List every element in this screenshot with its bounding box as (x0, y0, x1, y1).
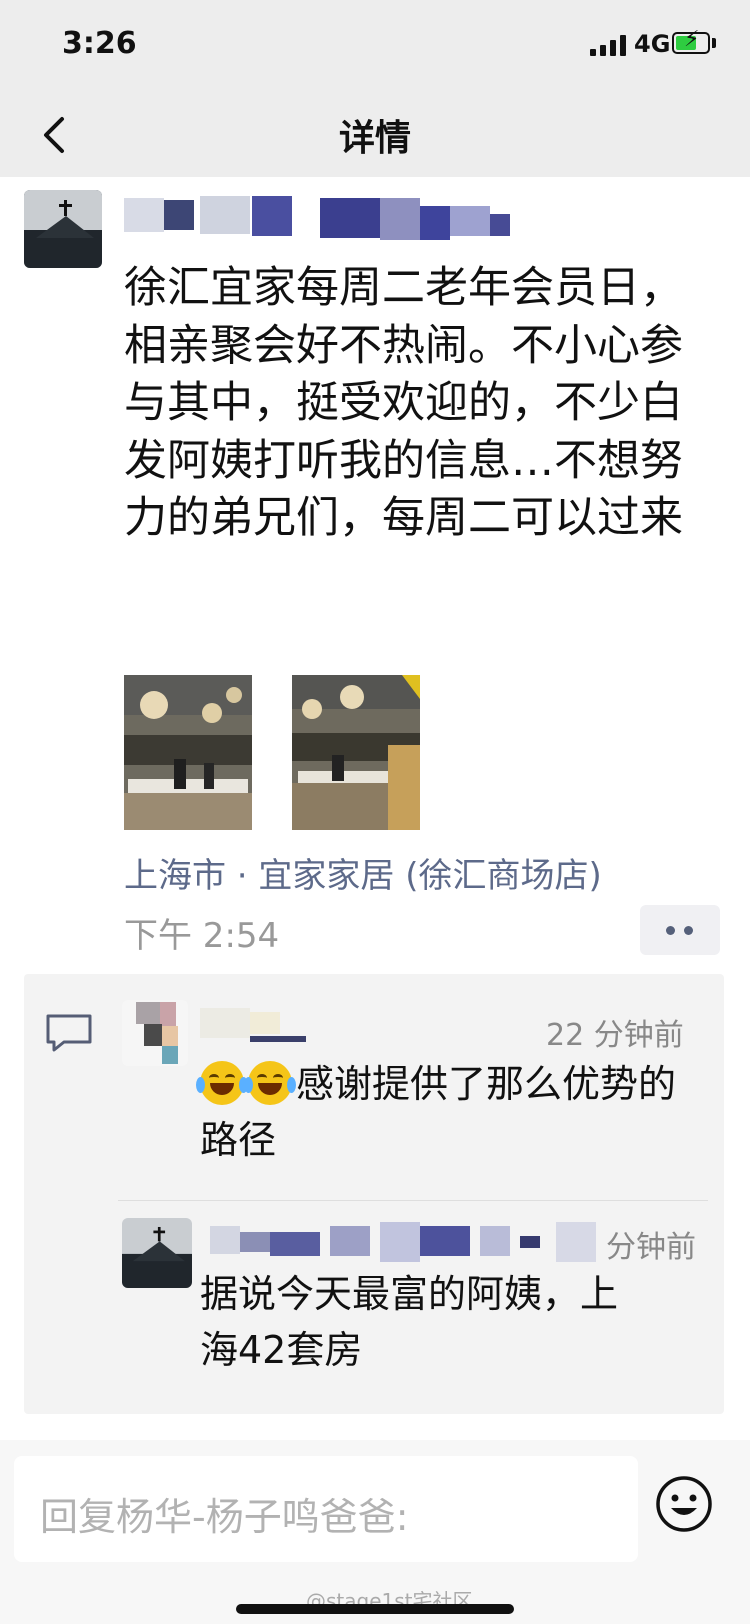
post-time: 下午 2:54 (124, 916, 280, 956)
author-avatar[interactable] (24, 190, 102, 268)
post-photo-2[interactable] (292, 675, 420, 830)
commenter-avatar[interactable] (122, 1000, 188, 1066)
status-bar: 3:26 4G ⚡ (0, 0, 750, 95)
post-location[interactable]: 上海市 · 宜家家居 (徐汇商场店) (124, 848, 602, 897)
nav-bar: 详情 (0, 95, 750, 177)
post-text: 徐汇宜家每周二老年会员日，相亲聚会好不热闹。不小心参与其中，挺受欢迎的，不少白发… (124, 263, 683, 543)
page-title: 详情 (338, 118, 411, 159)
church-avatar-image (24, 190, 102, 268)
home-indicator (236, 1604, 514, 1614)
comment-text: 感谢提供了那么优势的路径 (196, 1056, 700, 1168)
comment-time: 分钟前 (606, 1230, 696, 1265)
comment-time: 22 分钟前 (546, 1018, 684, 1053)
church-avatar-image (122, 1218, 192, 1288)
reply-placeholder: 回复杨华-杨子鸣爸爸: (40, 1495, 409, 1539)
tears-of-joy-icon (196, 1061, 248, 1105)
reply-bar: 回复杨华-杨子鸣爸爸: @stage1st宅社区 (0, 1440, 750, 1624)
reply-input[interactable]: 回复杨华-杨子鸣爸爸: (14, 1456, 638, 1562)
emoji-button[interactable] (654, 1474, 714, 1534)
signal-icon (590, 34, 630, 56)
comment-divider (118, 1200, 708, 1201)
network-label: 4G (634, 30, 671, 58)
comment-text: 据说今天最富的阿姨，上海42套房 (200, 1272, 619, 1372)
comment-bubble-icon (46, 1014, 92, 1052)
charging-icon: ⚡ (684, 27, 700, 52)
more-actions-button[interactable] (640, 905, 720, 955)
tears-of-joy-icon (244, 1061, 296, 1105)
post-photo-1[interactable] (124, 675, 252, 830)
commenter-avatar[interactable] (122, 1218, 192, 1288)
status-time: 3:26 (62, 26, 137, 61)
